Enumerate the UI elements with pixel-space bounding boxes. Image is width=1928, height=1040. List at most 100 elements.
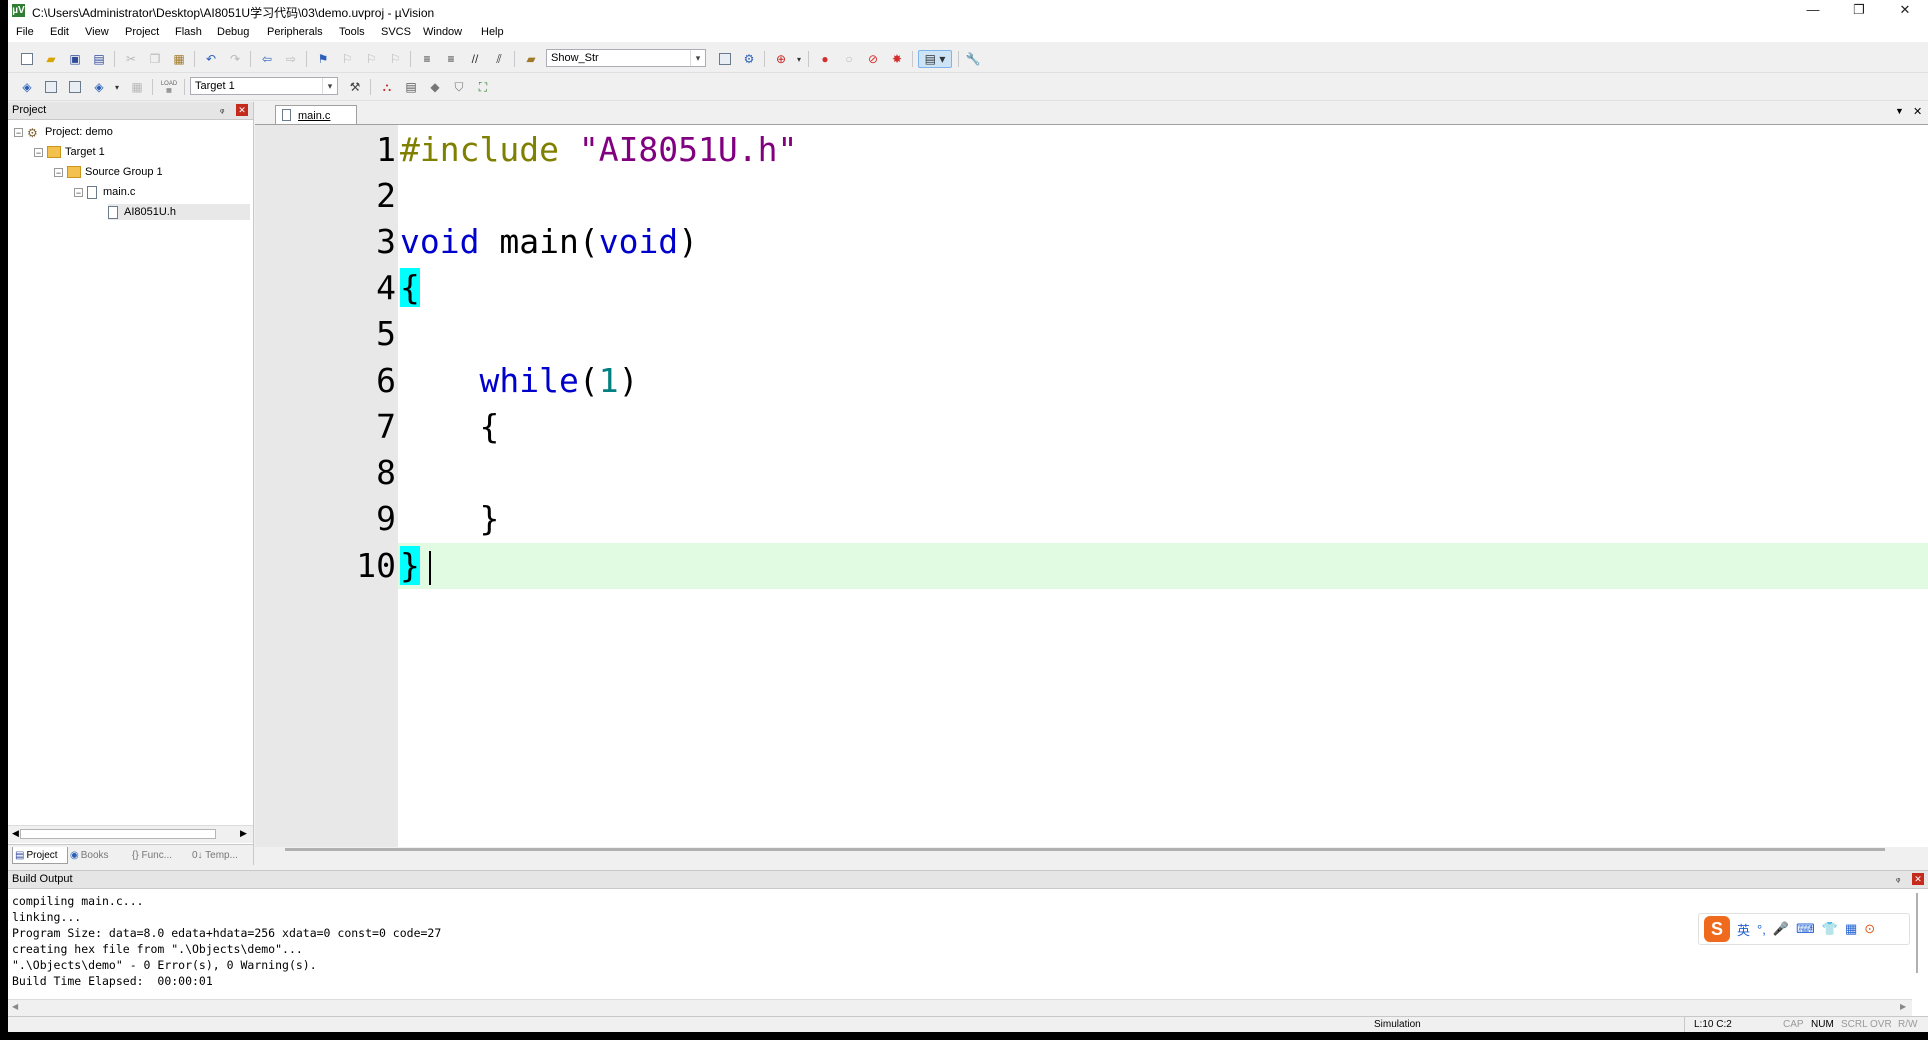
tree-file[interactable]: − main.c [74, 184, 135, 200]
code-editor[interactable]: 1 2 3 4 5 6 7 8 9 10 #include "AI8051U.h… [255, 125, 1928, 851]
unindent-icon[interactable]: ≡ [442, 50, 460, 68]
save-icon[interactable]: ▣ [66, 50, 84, 68]
insert-breakpoint-icon[interactable]: ● [816, 50, 834, 68]
menu-file[interactable]: File [16, 26, 34, 38]
save-all-icon[interactable]: ▤ [90, 50, 108, 68]
clear-bookmarks-icon[interactable]: ⚐ [386, 50, 404, 68]
tree-project[interactable]: − ⚙ Project: demo [14, 124, 113, 140]
pin-icon[interactable]: ᵩ [1896, 873, 1900, 884]
target-options-icon[interactable]: ⚒ [346, 78, 364, 96]
tab-main-c[interactable]: main.c [275, 105, 357, 124]
tree-target[interactable]: − Target 1 [34, 144, 105, 160]
tab-list-dropdown-icon[interactable]: ▼ [1895, 106, 1904, 116]
menu-project[interactable]: Project [125, 26, 159, 38]
ime-toolbar[interactable]: S 英 °, 🎤 ⌨ 👕 ▦ ⊙ [1698, 913, 1910, 945]
find-in-files-icon[interactable]: ▰ [522, 50, 540, 68]
scroll-right-icon[interactable]: ▶ [240, 828, 247, 839]
paste-icon[interactable]: ▦ [170, 50, 188, 68]
tree-group[interactable]: − Source Group 1 [54, 164, 163, 180]
build-hscrollbar[interactable]: ◀ ▶ [8, 999, 1912, 1016]
stop-build-icon[interactable]: ▦ [128, 78, 146, 96]
bookmark-icon[interactable]: ⚑ [314, 50, 332, 68]
redo-icon[interactable]: ↷ [226, 50, 244, 68]
close-panel-icon[interactable]: ✕ [1912, 873, 1924, 885]
close-window-button[interactable]: ✕ [1882, 0, 1928, 22]
scroll-thumb[interactable] [20, 829, 216, 839]
build-icon[interactable] [42, 78, 60, 96]
indent-icon[interactable]: ≡ [418, 50, 436, 68]
undo-icon[interactable]: ↶ [202, 50, 220, 68]
download-icon[interactable]: LOAD ▦ [160, 78, 178, 96]
zoom-debug-icon[interactable]: ⊕ [772, 50, 790, 68]
next-bookmark-icon[interactable]: ⚐ [362, 50, 380, 68]
chevron-down-icon[interactable]: ▾ [322, 78, 337, 94]
tab-templates[interactable]: 0↓ Temp... [192, 847, 252, 863]
ime-menu-icon[interactable]: ⊙ [1864, 921, 1875, 937]
prev-bookmark-icon[interactable]: ⚐ [338, 50, 356, 68]
cut-icon[interactable]: ✂ [122, 50, 140, 68]
sogou-logo[interactable]: S [1704, 916, 1730, 942]
menu-edit[interactable]: Edit [50, 26, 69, 38]
navigate-back-icon[interactable]: ⇦ [258, 50, 276, 68]
punctuation-icon[interactable]: °, [1757, 922, 1766, 937]
build-vscrollbar[interactable] [1916, 893, 1918, 973]
collapse-icon[interactable]: − [14, 127, 23, 137]
close-tab-icon[interactable]: ✕ [1913, 105, 1922, 118]
keyboard-icon[interactable]: ⌨ [1796, 921, 1815, 937]
debug-session-icon[interactable]: ⚙ [740, 50, 758, 68]
menu-flash[interactable]: Flash [175, 26, 202, 38]
chevron-down-icon[interactable]: ▾ [108, 78, 126, 96]
chevron-down-icon[interactable]: ▾ [690, 50, 705, 66]
menu-svcs[interactable]: SVCS [381, 26, 411, 38]
kill-breakpoints-icon[interactable]: ✸ [888, 50, 906, 68]
chevron-down-icon[interactable]: ▾ [790, 50, 808, 68]
collapse-icon[interactable]: − [34, 147, 43, 157]
translate-icon[interactable]: ◈ [18, 78, 36, 96]
window-layout-icon[interactable]: ▤ ▾ [918, 50, 952, 68]
disable-breakpoints-icon[interactable]: ⊘ [864, 50, 882, 68]
tab-project[interactable]: ▤ Project [12, 847, 68, 864]
copy-icon[interactable]: ❐ [146, 50, 164, 68]
rte-icon[interactable]: ⛶ [474, 78, 492, 96]
pack-installer-icon[interactable]: ⛉ [450, 78, 468, 96]
tab-functions[interactable]: {} Func... [132, 847, 192, 863]
configure-icon[interactable]: 🔧 [964, 50, 982, 68]
apps-icon[interactable]: ▦ [1845, 921, 1857, 937]
find-combo[interactable]: Show_Str ▾ [546, 49, 706, 67]
menu-view[interactable]: View [85, 26, 109, 38]
file-extensions-icon[interactable]: ⛬ [378, 78, 396, 96]
new-file-icon[interactable] [18, 50, 36, 68]
open-file-icon[interactable]: ▰ [42, 50, 60, 68]
select-packs-icon[interactable]: ◆ [426, 78, 444, 96]
language-toggle[interactable]: 英 [1737, 920, 1750, 939]
uncomment-icon[interactable]: ⫽ [490, 50, 508, 68]
tree-include[interactable]: AI8051U.h [108, 204, 250, 220]
menu-window[interactable]: Window [423, 26, 462, 38]
menu-debug[interactable]: Debug [217, 26, 249, 38]
pin-icon[interactable]: ᵩ [220, 104, 224, 115]
target-combo[interactable]: Target 1 ▾ [190, 77, 338, 95]
minimize-button[interactable]: — [1790, 0, 1836, 22]
incremental-find-icon[interactable] [716, 50, 734, 68]
scroll-left-icon[interactable]: ◀ [12, 828, 19, 839]
comment-icon[interactable]: // [466, 50, 484, 68]
rebuild-icon[interactable] [66, 78, 84, 96]
project-hscrollbar[interactable]: ◀ ▶ [8, 825, 253, 843]
menu-peripherals[interactable]: Peripherals [267, 26, 323, 38]
skin-icon[interactable]: 👕 [1822, 921, 1838, 937]
enable-breakpoint-icon[interactable]: ○ [840, 50, 858, 68]
editor-hscrollbar[interactable] [285, 848, 1885, 851]
navigate-forward-icon[interactable]: ⇨ [282, 50, 300, 68]
menu-help[interactable]: Help [481, 26, 504, 38]
collapse-icon[interactable]: − [74, 187, 83, 197]
scroll-right-icon[interactable]: ▶ [1900, 1002, 1906, 1011]
collapse-icon[interactable]: − [54, 167, 63, 177]
batch-build-icon[interactable]: ◈ [90, 78, 108, 96]
maximize-button[interactable]: ❐ [1836, 0, 1882, 22]
close-panel-icon[interactable]: ✕ [236, 104, 248, 116]
scroll-left-icon[interactable]: ◀ [12, 1002, 18, 1011]
menu-tools[interactable]: Tools [339, 26, 365, 38]
manage-rte-icon[interactable]: ▤ [402, 78, 420, 96]
microphone-icon[interactable]: 🎤 [1773, 921, 1789, 937]
tab-books[interactable]: ◉ Books [70, 847, 128, 863]
